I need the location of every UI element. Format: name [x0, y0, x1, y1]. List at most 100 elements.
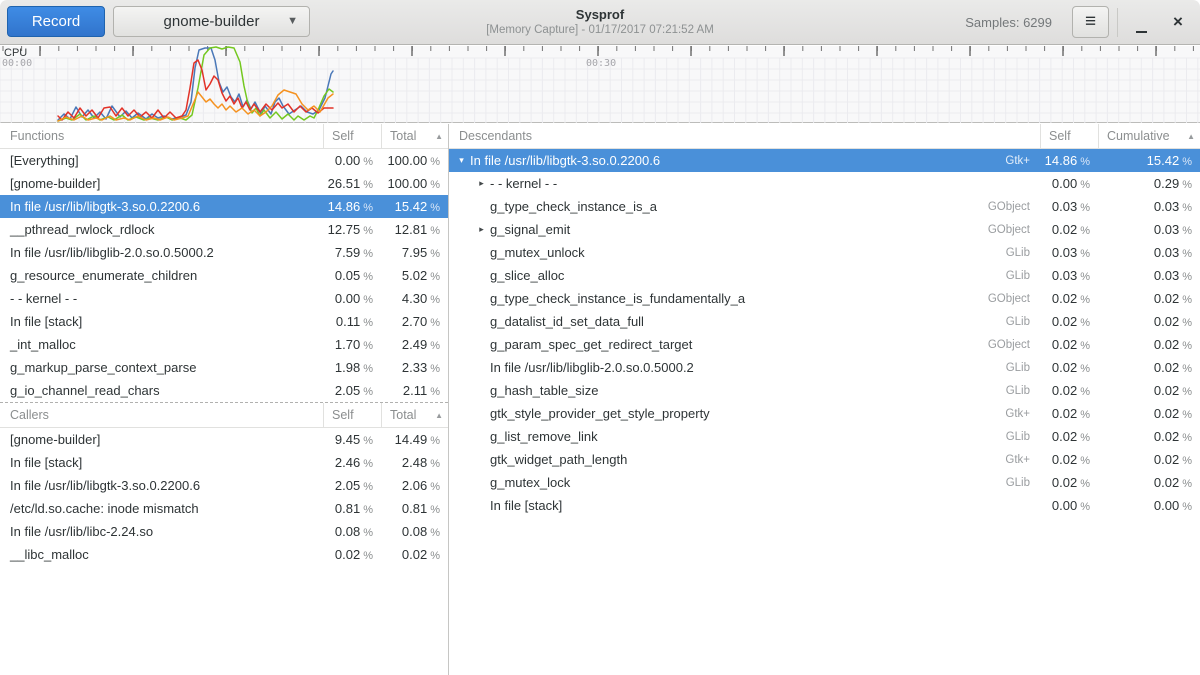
function-row[interactable]: - - kernel - - 0.00% 4.30%: [0, 287, 448, 310]
functions-total-column-header[interactable]: Total ▲: [381, 124, 448, 148]
record-button[interactable]: Record: [7, 6, 105, 37]
self-percent: 2.46%: [323, 455, 381, 470]
expander-icon[interactable]: ▾: [453, 155, 470, 166]
sort-ascending-icon: ▲: [435, 132, 443, 141]
minimize-button[interactable]: [1124, 6, 1158, 38]
cumulative-percent: 0.03%: [1098, 268, 1200, 283]
total-percent: 0.08%: [381, 524, 448, 539]
caller-row[interactable]: __libc_malloc 0.02% 0.02%: [0, 543, 448, 566]
cumulative-percent: 0.00%: [1098, 498, 1200, 513]
library-category-badge: GLib: [1006, 431, 1040, 443]
descendant-row[interactable]: g_mutex_lock GLib 0.02% 0.02%: [449, 471, 1200, 494]
callers-self-column-header[interactable]: Self: [323, 403, 381, 427]
descendants-column-header[interactable]: Descendants: [449, 124, 1040, 148]
close-button[interactable]: ×: [1161, 6, 1195, 38]
left-pane: Functions Self Total ▲ [Everything] 0.00…: [0, 124, 449, 675]
cpu-graph[interactable]: CPU 00:00 00:30: [0, 46, 1200, 123]
total-percent: 2.49%: [381, 337, 448, 352]
function-name: In file /usr/lib/libgtk-3.so.0.2200.6: [470, 153, 1005, 168]
caller-row[interactable]: In file [stack] 2.46% 2.48%: [0, 451, 448, 474]
caller-row[interactable]: In file /usr/lib/libgtk-3.so.0.2200.6 2.…: [0, 474, 448, 497]
descendant-row[interactable]: g_datalist_id_set_data_full GLib 0.02% 0…: [449, 310, 1200, 333]
function-row[interactable]: __pthread_rwlock_rdlock 12.75% 12.81%: [0, 218, 448, 241]
function-row[interactable]: [Everything] 0.00% 100.00%: [0, 149, 448, 172]
descendant-row[interactable]: ▾ In file /usr/lib/libgtk-3.so.0.2200.6 …: [449, 149, 1200, 172]
expander-icon[interactable]: ▸: [473, 224, 490, 235]
time-tick-mid: 00:30: [586, 58, 616, 69]
functions-column-header[interactable]: Functions: [0, 124, 323, 148]
total-percent: 7.95%: [381, 245, 448, 260]
title-box: Sysprof [Memory Capture] - 01/17/2017 07…: [300, 6, 900, 38]
cumulative-percent: 0.02%: [1098, 360, 1200, 375]
descendants-self-column-header[interactable]: Self: [1040, 124, 1098, 148]
self-percent: 0.02%: [1040, 383, 1098, 398]
profile-panes: Functions Self Total ▲ [Everything] 0.00…: [0, 124, 1200, 675]
descendant-row[interactable]: g_param_spec_get_redirect_target GObject…: [449, 333, 1200, 356]
descendant-row[interactable]: ▸ g_signal_emit GObject 0.02% 0.03%: [449, 218, 1200, 241]
function-row[interactable]: In file /usr/lib/libglib-2.0.so.0.5000.2…: [0, 241, 448, 264]
descendant-row[interactable]: g_type_check_instance_is_fundamentally_a…: [449, 287, 1200, 310]
function-row[interactable]: In file /usr/lib/libgtk-3.so.0.2200.6 14…: [0, 195, 448, 218]
function-name: [Everything]: [0, 153, 323, 168]
caller-row[interactable]: [gnome-builder] 9.45% 14.49%: [0, 428, 448, 451]
library-category-badge: GLib: [1006, 316, 1040, 328]
descendant-row[interactable]: In file [stack] 0.00% 0.00%: [449, 494, 1200, 517]
library-category-badge: GLib: [1006, 477, 1040, 489]
function-name: In file /usr/lib/libglib-2.0.so.0.5000.2: [490, 360, 1006, 375]
caller-row[interactable]: /etc/ld.so.cache: inode mismatch 0.81% 0…: [0, 497, 448, 520]
descendants-table: ▾ In file /usr/lib/libgtk-3.so.0.2200.6 …: [449, 149, 1200, 517]
self-percent: 0.00%: [323, 291, 381, 306]
callers-total-column-header[interactable]: Total ▲: [381, 403, 448, 427]
function-name: - - kernel - -: [0, 291, 323, 306]
self-percent: 2.05%: [323, 478, 381, 493]
function-row[interactable]: _int_malloc 1.70% 2.49%: [0, 333, 448, 356]
cumulative-percent: 0.02%: [1098, 383, 1200, 398]
functions-self-column-header[interactable]: Self: [323, 124, 381, 148]
total-percent: 2.70%: [381, 314, 448, 329]
function-name: __libc_malloc: [0, 547, 323, 562]
function-row[interactable]: [gnome-builder] 26.51% 100.00%: [0, 172, 448, 195]
function-name: gtk_widget_path_length: [490, 452, 1005, 467]
descendant-row[interactable]: gtk_style_provider_get_style_property Gt…: [449, 402, 1200, 425]
function-row[interactable]: g_io_channel_read_chars 2.05% 2.11%: [0, 379, 448, 402]
library-category-badge: Gtk+: [1005, 155, 1040, 167]
total-percent: 5.02%: [381, 268, 448, 283]
function-row[interactable]: In file [stack] 0.11% 2.70%: [0, 310, 448, 333]
caller-row[interactable]: In file /usr/lib/libc-2.24.so 0.08% 0.08…: [0, 520, 448, 543]
callers-column-header[interactable]: Callers: [0, 403, 323, 427]
samples-count: Samples: 6299: [965, 0, 1052, 45]
function-name: In file /usr/lib/libc-2.24.so: [0, 524, 323, 539]
cumulative-percent: 0.29%: [1098, 176, 1200, 191]
function-name: g_type_check_instance_is_fundamentally_a: [490, 291, 988, 306]
descendant-row[interactable]: g_type_check_instance_is_a GObject 0.03%…: [449, 195, 1200, 218]
descendant-row[interactable]: g_hash_table_size GLib 0.02% 0.02%: [449, 379, 1200, 402]
self-percent: 0.02%: [1040, 222, 1098, 237]
library-category-badge: Gtk+: [1005, 408, 1040, 420]
function-name: g_slice_alloc: [490, 268, 1006, 283]
right-pane: Descendants Self Cumulative ▲ ▾ In file …: [449, 124, 1200, 675]
function-row[interactable]: g_markup_parse_context_parse 1.98% 2.33%: [0, 356, 448, 379]
function-row[interactable]: g_resource_enumerate_children 0.05% 5.02…: [0, 264, 448, 287]
total-header-label: Total: [390, 408, 416, 422]
self-percent: 0.00%: [1040, 176, 1098, 191]
library-category-badge: GLib: [1006, 247, 1040, 259]
expander-icon[interactable]: ▸: [473, 178, 490, 189]
descendant-row[interactable]: g_list_remove_link GLib 0.02% 0.02%: [449, 425, 1200, 448]
function-name: In file /usr/lib/libglib-2.0.so.0.5000.2: [0, 245, 323, 260]
descendants-cumulative-column-header[interactable]: Cumulative ▲: [1098, 124, 1200, 148]
self-percent: 0.02%: [1040, 406, 1098, 421]
self-percent: 0.03%: [1040, 268, 1098, 283]
descendant-row[interactable]: ▸ - - kernel - - 0.00% 0.29%: [449, 172, 1200, 195]
descendant-row[interactable]: In file /usr/lib/libglib-2.0.so.0.5000.2…: [449, 356, 1200, 379]
library-category-badge: GLib: [1006, 270, 1040, 282]
capture-subtitle: [Memory Capture] - 01/17/2017 07:21:52 A…: [300, 23, 900, 38]
self-percent: 14.86%: [323, 199, 381, 214]
close-icon: ×: [1173, 12, 1183, 31]
total-percent: 100.00%: [381, 176, 448, 191]
descendant-row[interactable]: g_slice_alloc GLib 0.03% 0.03%: [449, 264, 1200, 287]
library-category-badge: GObject: [988, 224, 1040, 236]
descendant-row[interactable]: g_mutex_unlock GLib 0.03% 0.03%: [449, 241, 1200, 264]
process-selector-dropdown[interactable]: gnome-builder ▼: [113, 6, 310, 37]
menu-button[interactable]: ≡: [1072, 6, 1109, 38]
descendant-row[interactable]: gtk_widget_path_length Gtk+ 0.02% 0.02%: [449, 448, 1200, 471]
